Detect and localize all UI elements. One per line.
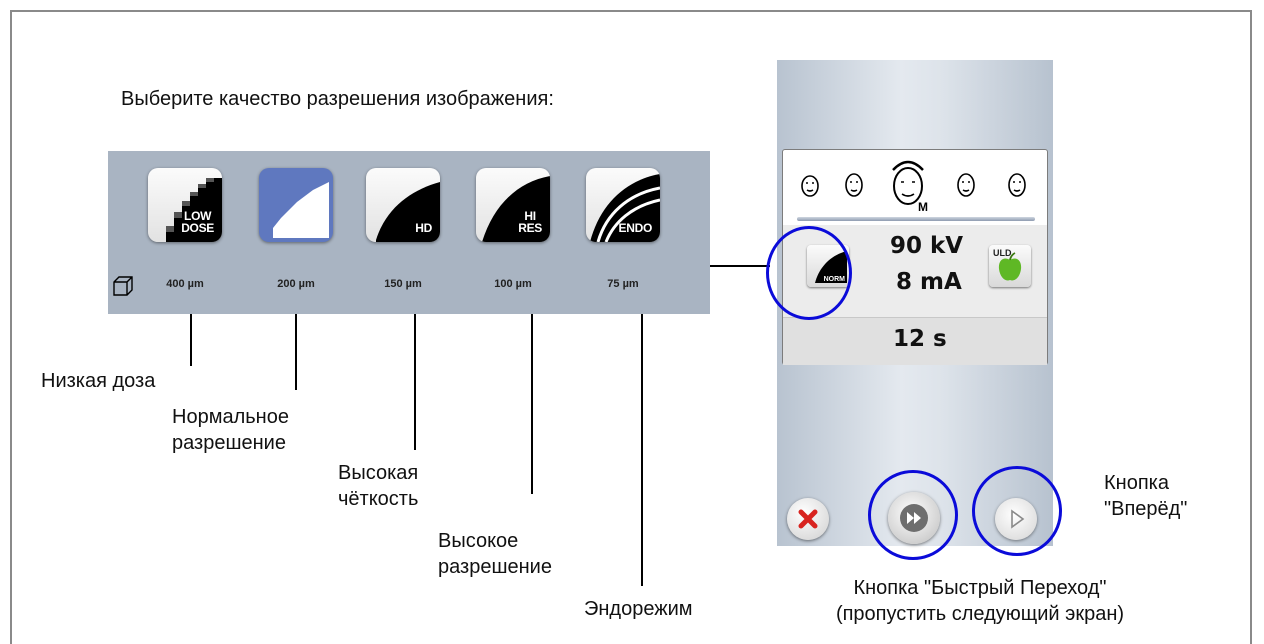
leader-line-hi-res (531, 314, 533, 494)
quality-label-endo: ENDO (618, 221, 653, 235)
leader-line-endo (641, 314, 643, 586)
quality-label-low-dose: LOW DOSE (181, 209, 214, 235)
head-size-selector: M (783, 156, 1047, 220)
caption-low-dose: Низкая доза (41, 370, 156, 392)
size-label-endo: 75 µm (607, 278, 639, 290)
head-size-label: M (918, 200, 928, 214)
page-heading: Выберите качество разрешения изображения… (121, 88, 554, 110)
quality-button-low-dose[interactable]: LOW DOSE (148, 168, 222, 242)
caption-hi-res: Высокое разрешение (438, 530, 552, 578)
size-label-low-dose: 400 µm (166, 278, 204, 290)
cancel-button[interactable] (787, 498, 829, 540)
size-label-norm: 200 µm (277, 278, 315, 290)
quality-panel: LOW DOSE NORM HD HI RES ENDO 400 µm 200 … (108, 151, 710, 314)
highlight-ring-fast-forward (868, 470, 958, 560)
head-size-slider[interactable] (797, 217, 1035, 221)
uld-button[interactable]: ULD (989, 245, 1031, 287)
callout-fast-forward: Кнопка "Быстрый Переход" (пропустить сле… (835, 577, 1125, 625)
size-label-hd: 150 µm (384, 278, 422, 290)
cube-icon (113, 276, 133, 296)
size-label-hi-res: 100 µm (494, 278, 532, 290)
leader-line-norm (295, 314, 297, 390)
highlight-ring-next (972, 466, 1062, 556)
time-value: 12 s (893, 326, 947, 352)
quality-button-hi-res[interactable]: HI RES (476, 168, 550, 242)
quality-label-hi-res: HI RES (518, 209, 542, 235)
leader-line-hd (414, 314, 416, 450)
connector-line (710, 265, 770, 267)
ma-value: 8 mA (896, 269, 962, 295)
callout-forward: Кнопка "Вперёд" (1104, 472, 1188, 520)
head-icon (801, 160, 1026, 205)
uld-label: ULD (993, 248, 1012, 258)
caption-hd: Высокая чёткость (338, 462, 419, 510)
quality-button-endo[interactable]: ENDO (586, 168, 660, 242)
caption-norm: Нормальное разрешение (172, 406, 289, 454)
leader-line-low-dose (190, 314, 192, 366)
quality-button-hd[interactable]: HD (366, 168, 440, 242)
quality-label-hd: HD (415, 221, 432, 235)
quality-button-norm[interactable]: NORM (259, 168, 333, 242)
time-row: 12 s (783, 317, 1047, 365)
cancel-icon (798, 509, 818, 529)
caption-endo: Эндорежим (584, 598, 693, 620)
kv-value: 90 kV (890, 233, 964, 259)
quality-label-norm: NORM (282, 219, 321, 234)
highlight-ring-quality (766, 226, 852, 320)
